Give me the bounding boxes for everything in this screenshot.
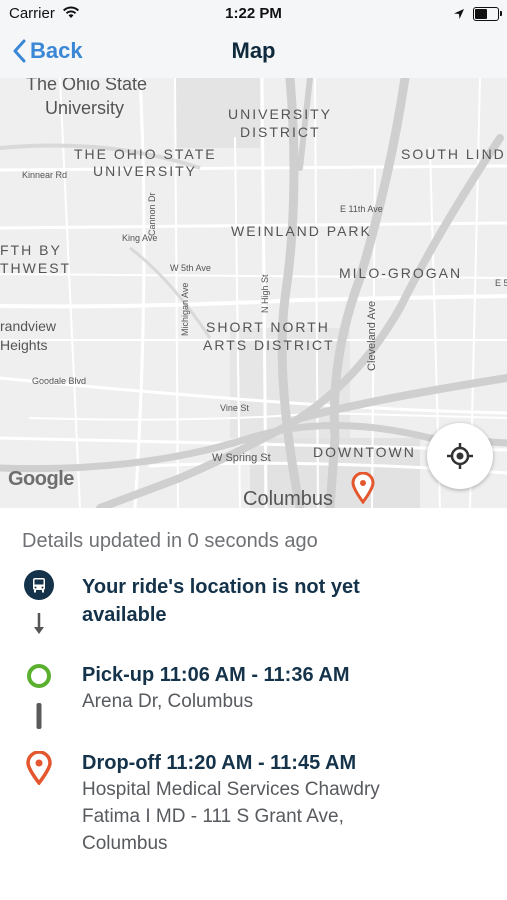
map-view[interactable]: The Ohio State University UNIVERSITY DIS… (0, 78, 507, 508)
map-label-n-high: N High St (260, 274, 270, 313)
map-label-kinnear: Kinnear Rd (22, 170, 68, 180)
bus-icon (24, 570, 54, 605)
map-label-fth-by: FTH BY (0, 242, 62, 258)
google-logo: Google (8, 468, 74, 490)
map-label-michigan: Michigan Ave (180, 282, 190, 336)
clock: 1:22 PM (225, 5, 282, 22)
dropoff-time: Drop-off 11:20 AM - 11:45 AM (82, 752, 357, 774)
navigation-bar: Back Map (0, 28, 507, 78)
map-label-osu-2: UNIVERSITY (93, 163, 198, 179)
map-label-columbus: Columbus (243, 488, 334, 508)
pickup-time: Pick-up 11:06 AM - 11:36 AM (82, 664, 350, 686)
map-label-e11: E 11th Ave (340, 204, 383, 214)
arrow-down-icon (32, 612, 46, 641)
recenter-location-button[interactable] (427, 423, 493, 489)
map-label-e5: E 5 (495, 278, 507, 288)
map-label-w-spring: W Spring St (212, 452, 271, 464)
map-label-short-north: SHORT NORTH (206, 319, 330, 335)
map-label-grandview: randview (0, 318, 57, 334)
map-label-milo-grogan: MILO-GROGAN (339, 265, 463, 281)
map-label-south-lind: SOUTH LIND (401, 146, 506, 162)
map-label-vine: Vine St (220, 403, 249, 413)
pickup-circle-icon (26, 663, 52, 694)
dropoff-address-line1: Hospital Medical Services Chawdry (82, 779, 380, 800)
map-label-university-district-2: DISTRICT (240, 124, 321, 140)
map-label-cleveland: Cleveland Ave (366, 300, 378, 371)
status-bar: Carrier 1:22 PM (0, 0, 507, 28)
map-label-university: University (45, 98, 125, 118)
map-label-cannon: Cannon Dr (147, 192, 157, 236)
map-label-heights: Heights (0, 337, 48, 353)
dropoff-map-pin-icon[interactable] (351, 471, 375, 508)
map-label-ohio-state: The Ohio State (26, 78, 148, 94)
page-title: Map (231, 38, 276, 63)
battery-icon (473, 7, 502, 21)
location-arrow-icon (453, 7, 465, 25)
dropoff-address-line3: Columbus (82, 833, 168, 854)
map-label-osu: THE OHIO STATE (74, 146, 217, 162)
map-label-arts-district: ARTS DISTRICT (203, 337, 335, 353)
dropoff-pin-icon (26, 750, 52, 790)
map-label-w5th: W 5th Ave (170, 263, 211, 273)
connector-line (36, 703, 42, 734)
details-updated-text: Details updated in 0 seconds ago (22, 530, 318, 552)
ride-status-line1: Your ride's location is not yet (82, 576, 360, 598)
map-label-weinland: WEINLAND PARK (231, 223, 372, 239)
map-label-thwest: THWEST (0, 260, 72, 276)
crosshair-icon (447, 443, 473, 469)
pickup-address: Arena Dr, Columbus (82, 691, 254, 712)
map-label-university-district: UNIVERSITY (228, 106, 333, 122)
map-label-downtown: DOWNTOWN (313, 444, 416, 460)
ride-status-line2: available (82, 604, 167, 626)
dropoff-address-line2: Fatima I MD - 111 S Grant Ave, (82, 806, 344, 827)
map-label-goodale: Goodale Blvd (32, 376, 87, 386)
